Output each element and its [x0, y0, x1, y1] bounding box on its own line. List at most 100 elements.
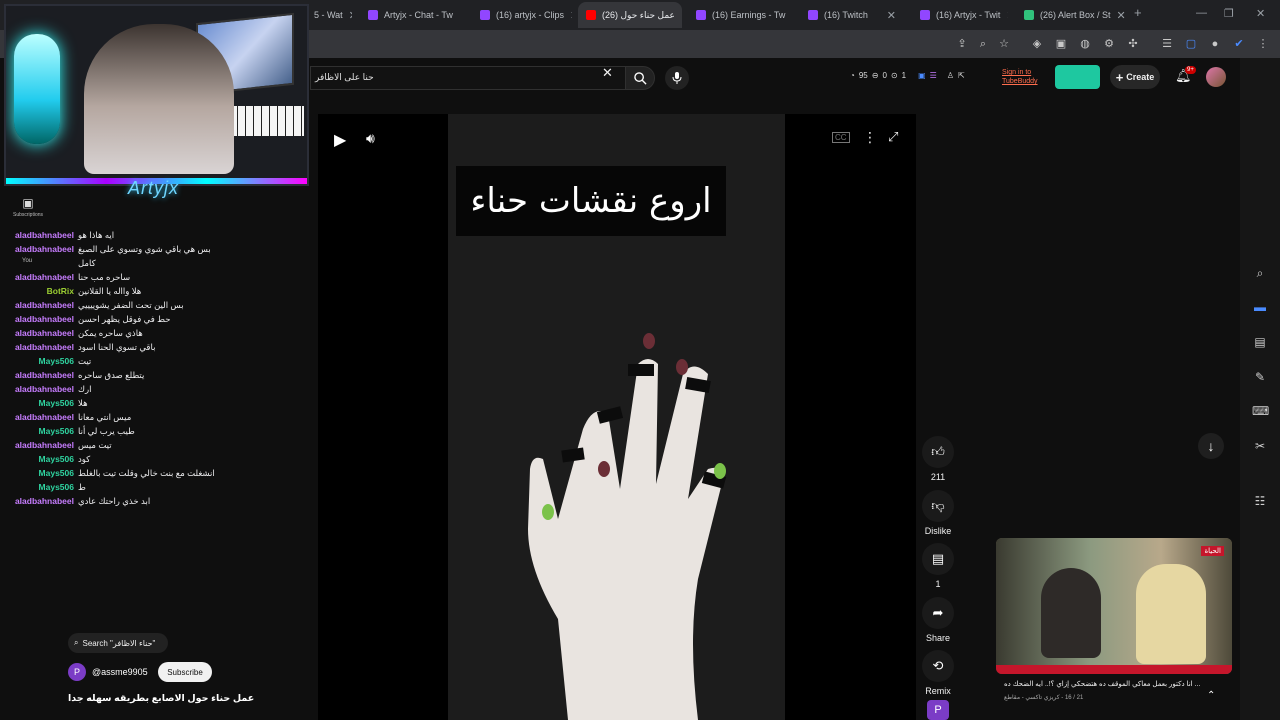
- chat-username[interactable]: aladbahnabeel: [6, 496, 74, 506]
- extension-shield-icon[interactable]: ◈: [1030, 37, 1044, 51]
- tab-close-icon[interactable]: ✕: [791, 9, 792, 22]
- play-button-icon[interactable]: ▶: [334, 130, 346, 150]
- channel-handle[interactable]: @assme9905: [92, 667, 148, 677]
- chat-username[interactable]: Mays506: [6, 454, 74, 464]
- extension-video-icon[interactable]: ▣: [1054, 37, 1068, 51]
- chat-username[interactable]: aladbahnabeel: [6, 342, 74, 352]
- close-window-button[interactable]: ✕: [1256, 7, 1265, 20]
- extension-green-button[interactable]: [1055, 65, 1100, 89]
- remix-button[interactable]: ⟲ Remix: [920, 650, 956, 696]
- mini-expand-chevron-icon[interactable]: ⌃: [1207, 690, 1215, 701]
- chat-username[interactable]: aladbahnabeel: [6, 384, 74, 394]
- chat-username[interactable]: aladbahnabeel: [6, 244, 74, 254]
- chat-message: Mays506 كود: [6, 452, 306, 466]
- browser-tab[interactable]: (16) Twitch ✕: [800, 2, 904, 28]
- channel-avatar[interactable]: P: [68, 663, 86, 681]
- next-short-arrow-icon[interactable]: ↓: [1198, 433, 1224, 459]
- video-frame[interactable]: اروع نقشات حناء: [448, 114, 785, 720]
- chat-username[interactable]: aladbahnabeel: [6, 272, 74, 282]
- browser-tab[interactable]: (26) عمل حناء حول ✕: [578, 2, 682, 28]
- tab-close-icon[interactable]: ✕: [570, 9, 572, 22]
- side-sliders-icon[interactable]: ☷: [1252, 494, 1268, 510]
- subscribe-button[interactable]: Subscribe: [158, 662, 212, 682]
- chat-username[interactable]: aladbahnabeel: [6, 412, 74, 422]
- chat-username[interactable]: Mays506: [6, 356, 74, 366]
- chat-username[interactable]: Mays506: [6, 468, 74, 478]
- side-tools-icon[interactable]: ✂: [1252, 439, 1268, 455]
- tubebuddy-signin-link[interactable]: Sign in to TubeBuddy: [1002, 68, 1046, 86]
- chat-username[interactable]: aladbahnabeel: [6, 300, 74, 310]
- minimize-button[interactable]: —: [1196, 7, 1207, 19]
- tab-close-icon[interactable]: ✕: [1006, 9, 1008, 22]
- side-panel-icon[interactable]: ▢: [1184, 37, 1198, 51]
- tab-close-icon[interactable]: ✕: [887, 9, 896, 22]
- chat-username[interactable]: aladbahnabeel: [6, 328, 74, 338]
- subscriptions-button[interactable]: ▣ Subscriptions: [8, 196, 48, 218]
- browser-tab[interactable]: (16) Earnings - Tw ✕: [688, 2, 792, 28]
- new-tab-button[interactable]: +: [1134, 5, 1142, 20]
- chat-username[interactable]: BotRix: [6, 286, 74, 296]
- reading-list-icon[interactable]: ☰: [1160, 37, 1174, 51]
- ext-list-icon[interactable]: ☰: [930, 71, 937, 80]
- voice-search-button[interactable]: [665, 66, 689, 90]
- shorts-player[interactable]: اروع نقشات حناء ▶ 🔊︎ CC ⋮ ⤢: [318, 114, 916, 720]
- search-button[interactable]: [625, 66, 655, 90]
- more-options-icon[interactable]: ⋮: [863, 129, 877, 146]
- side-notes-icon[interactable]: ▤: [1252, 335, 1268, 351]
- volume-button-icon[interactable]: 🔊︎: [366, 130, 375, 147]
- tab-title: (16) Twitch: [824, 10, 868, 20]
- install-icon[interactable]: ⇪: [955, 37, 969, 51]
- search-suggestion-chip[interactable]: ⌕ Search "حناء الاظافر": [68, 633, 168, 653]
- side-chat-icon[interactable]: ▬: [1252, 300, 1268, 316]
- extensions-puzzle-icon[interactable]: ✣: [1126, 37, 1140, 51]
- zoom-icon[interactable]: ⌕: [976, 37, 990, 51]
- tab-favicon-icon: [480, 10, 490, 20]
- chat-message: aladbahnabeel ابد خذي راحتك عادي: [6, 494, 306, 508]
- comments-button[interactable]: ▤ 1: [920, 543, 956, 589]
- chat-username[interactable]: Mays506: [6, 398, 74, 408]
- profile-icon[interactable]: ●: [1208, 37, 1222, 51]
- ext-trophy-icon[interactable]: ♙: [947, 71, 954, 80]
- browser-tab[interactable]: (26) Alert Box / St ✕: [1016, 2, 1126, 28]
- dislike-button[interactable]: 👎︎ Dislike: [920, 490, 956, 536]
- share-button[interactable]: ➦ Share: [920, 597, 956, 643]
- captions-button[interactable]: CC: [832, 132, 850, 143]
- tab-close-icon[interactable]: ✕: [349, 9, 352, 22]
- side-edit-icon[interactable]: ✎: [1252, 370, 1268, 386]
- thumbs-up-icon: 👍︎: [922, 436, 954, 468]
- channel-info[interactable]: P @assme9905: [68, 663, 148, 681]
- maximize-button[interactable]: ❐: [1224, 7, 1234, 20]
- fullscreen-icon[interactable]: ⤢: [888, 129, 898, 145]
- browser-tab[interactable]: (16) artyjx - Clips ✕: [472, 2, 572, 28]
- chat-username[interactable]: Mays506: [6, 482, 74, 492]
- chat-username[interactable]: Mays506: [6, 426, 74, 436]
- browser-tab[interactable]: (16) Artyjx - Twit ✕: [912, 2, 1008, 28]
- side-gamepad-icon[interactable]: ⌨: [1252, 404, 1269, 420]
- side-search-icon[interactable]: ⌕: [1252, 266, 1268, 282]
- ext-share-icon[interactable]: ⇱: [958, 71, 965, 80]
- chat-message: aladbahnabeel ساحره مب حنا: [6, 270, 306, 284]
- account-avatar[interactable]: [1206, 67, 1226, 87]
- clear-search-icon[interactable]: ✕: [602, 65, 613, 81]
- channel-thumbnail-icon[interactable]: P: [927, 700, 949, 720]
- chat-username[interactable]: aladbahnabeel: [6, 230, 74, 240]
- chat-username[interactable]: aladbahnabeel: [6, 440, 74, 450]
- tab-close-icon[interactable]: ✕: [459, 9, 460, 22]
- ext-tool-icon[interactable]: ▣: [918, 71, 926, 80]
- like-button[interactable]: 👍︎ 211: [920, 436, 956, 482]
- tab-close-icon[interactable]: ✕: [1117, 9, 1126, 22]
- mini-player[interactable]: الحياة: [996, 538, 1232, 674]
- create-button[interactable]: + Create: [1110, 65, 1160, 89]
- extension-check-icon[interactable]: ✔: [1232, 37, 1246, 51]
- tubebuddy-label: Sign in to TubeBuddy: [1002, 69, 1038, 85]
- bookmark-star-icon[interactable]: ☆: [997, 37, 1011, 51]
- browser-menu-icon[interactable]: ⋮: [1256, 37, 1270, 51]
- extension-gear-icon[interactable]: ⚙: [1102, 37, 1116, 51]
- chat-username[interactable]: aladbahnabeel: [6, 370, 74, 380]
- tab-close-icon[interactable]: ✕: [681, 9, 682, 22]
- chat-username[interactable]: aladbahnabeel: [6, 314, 74, 324]
- browser-tab[interactable]: Artyjx - Chat - Tw ✕: [360, 2, 460, 28]
- mini-player-title[interactable]: ... انا دكتور بعمل معاكي الموقف ده هتضحك…: [1004, 680, 1224, 688]
- extension-globe-icon[interactable]: ◍: [1078, 37, 1092, 51]
- search-input[interactable]: حنا على الاظافر: [310, 66, 625, 90]
